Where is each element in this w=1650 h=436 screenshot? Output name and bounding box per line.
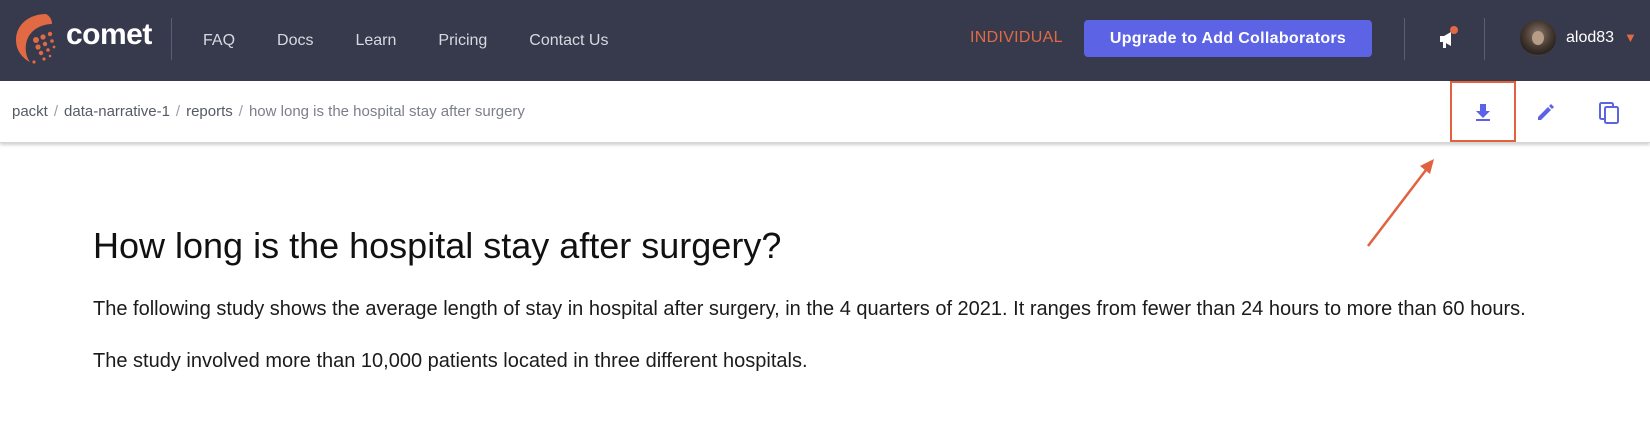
copy-button[interactable] bbox=[1592, 95, 1626, 129]
breadcrumb-item-project[interactable]: data-narrative-1 bbox=[64, 103, 170, 120]
comet-logo[interactable]: comet bbox=[10, 10, 170, 66]
report-content: How long is the hospital stay after surg… bbox=[93, 225, 1563, 397]
breadcrumb-separator: / bbox=[53, 103, 59, 120]
avatar-face bbox=[1532, 31, 1544, 45]
report-paragraph: The study involved more than 10,000 pati… bbox=[93, 350, 808, 372]
breadcrumb-separator: / bbox=[175, 103, 181, 120]
report-paragraph: The following study shows the average le… bbox=[93, 298, 1526, 320]
breadcrumb-separator: / bbox=[238, 103, 243, 120]
notification-badge bbox=[1450, 26, 1458, 34]
breadcrumb-item-reports[interactable]: reports bbox=[186, 103, 233, 120]
copy-icon bbox=[1599, 102, 1619, 124]
nav-link-faq[interactable]: FAQ bbox=[203, 32, 235, 50]
plan-label: INDIVIDUAL bbox=[970, 29, 1063, 46]
nav-link-learn[interactable]: Learn bbox=[355, 32, 396, 50]
comet-logo-mark bbox=[16, 14, 56, 64]
breadcrumb-item-workspace[interactable]: packt bbox=[12, 103, 48, 120]
logo-text: comet bbox=[66, 18, 152, 51]
username[interactable]: alod83 bbox=[1566, 29, 1614, 47]
nav-link-pricing[interactable]: Pricing bbox=[438, 32, 487, 50]
avatar[interactable] bbox=[1520, 20, 1556, 56]
edit-icon bbox=[1538, 104, 1554, 120]
main-nav: FAQ Docs Learn Pricing Contact Us bbox=[203, 0, 650, 81]
nav-divider bbox=[171, 18, 172, 60]
nav-link-docs[interactable]: Docs bbox=[277, 32, 313, 50]
breadcrumb-item-current: how long is the hospital stay after surg… bbox=[248, 103, 525, 120]
nav-divider bbox=[1404, 18, 1405, 60]
chevron-down-icon[interactable]: ▼ bbox=[1624, 30, 1637, 45]
nav-link-contact-us[interactable]: Contact Us bbox=[529, 32, 608, 50]
megaphone-icon[interactable] bbox=[1436, 26, 1462, 52]
upgrade-button[interactable]: Upgrade to Add Collaborators bbox=[1084, 20, 1372, 57]
nav-divider bbox=[1484, 18, 1485, 60]
report-title: How long is the hospital stay after surg… bbox=[93, 225, 782, 266]
breadcrumb: packt / data-narrative-1 / reports / how long … bbox=[12, 103, 525, 120]
top-nav-bar: comet FAQ Docs Learn Pricing Contact Us … bbox=[0, 0, 1650, 81]
download-highlight-box bbox=[1450, 81, 1516, 142]
edit-button[interactable] bbox=[1529, 95, 1563, 129]
report-toolbar: packt / data-narrative-1 / reports / how long … bbox=[0, 81, 1650, 143]
